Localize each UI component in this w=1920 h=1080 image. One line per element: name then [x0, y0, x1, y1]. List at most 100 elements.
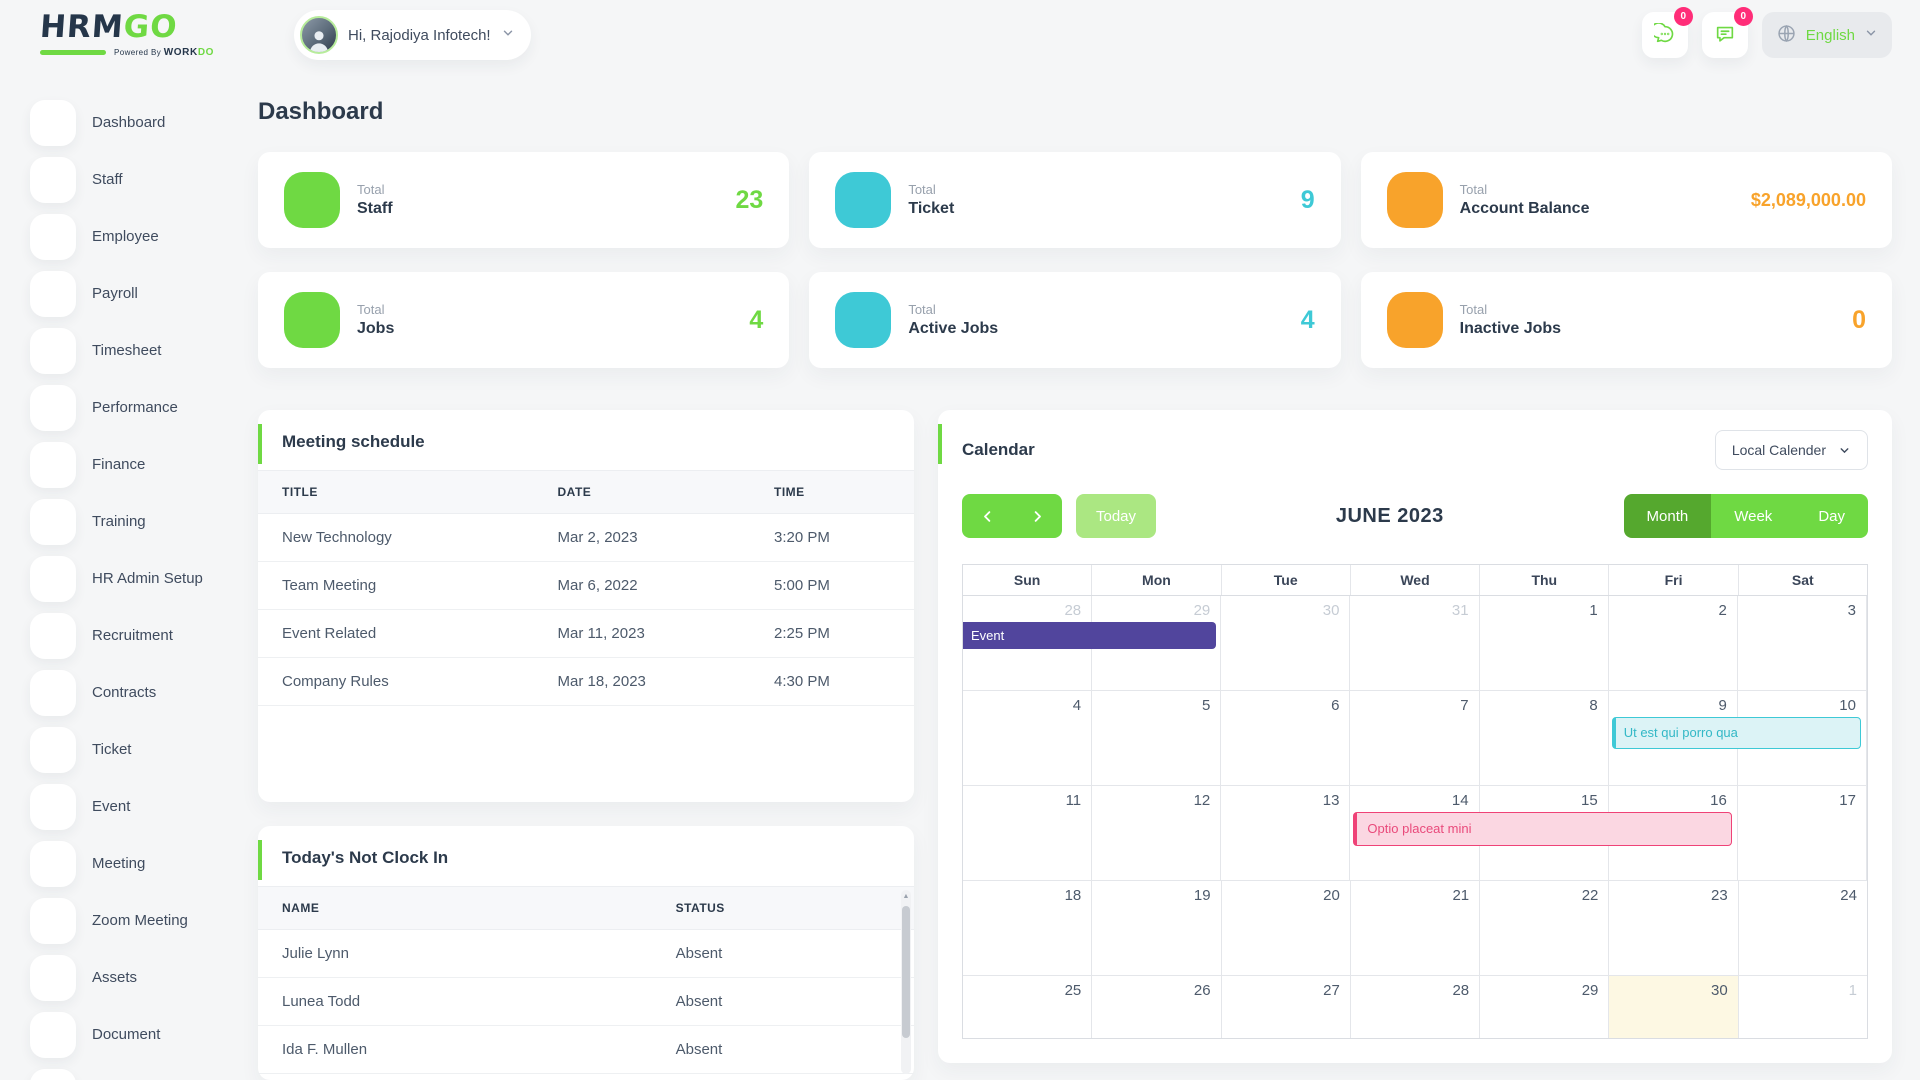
calendar-day-cell[interactable]: 8: [1480, 691, 1609, 786]
chevron-right-icon: [206, 513, 218, 531]
brand-logo[interactable]: HRMGO Powered By WORKDO: [40, 12, 258, 58]
table-row: Julie LynnAbsent: [258, 930, 914, 978]
calendar-day-cell[interactable]: 19: [1092, 881, 1221, 976]
column-header: NAME: [258, 887, 652, 930]
column-header: STATUS: [652, 887, 914, 930]
chevron-right-icon: [206, 399, 218, 417]
calendar-day-cell[interactable]: 23: [1609, 881, 1738, 976]
calendar-week-row: 45678910Ut est qui porro qua: [963, 691, 1867, 786]
calendar-day-cell[interactable]: 11: [963, 786, 1092, 881]
sidebar-item-label: Staff: [92, 171, 123, 188]
sidebar-item-document[interactable]: Document: [30, 1006, 258, 1063]
sidebar-item-dashboard[interactable]: Dashboard: [30, 94, 258, 151]
home-icon: [30, 100, 76, 146]
greeting-text: Hi, Rajodiya Infotech!: [348, 27, 491, 44]
calendar-day-cell[interactable]: 21: [1351, 881, 1480, 976]
calendar-day-cell[interactable]: 20: [1222, 881, 1351, 976]
calendar-day-cell[interactable]: 3: [1738, 596, 1867, 691]
sidebar-item-hr-admin-setup[interactable]: HR Admin Setup: [30, 550, 258, 607]
chevron-down-icon: [501, 26, 515, 44]
calendar-day-cell[interactable]: 12: [1092, 786, 1221, 881]
sidebar-item-employee[interactable]: Employee: [30, 208, 258, 265]
sidebar-item-label: Finance: [92, 456, 145, 473]
top-bar: HRMGO Powered By WORKDO Hi, Rajodiya Inf…: [0, 0, 1920, 70]
sidebar-item-recruitment[interactable]: Recruitment: [30, 607, 258, 664]
stat-card-active-jobs: TotalActive Jobs4: [809, 272, 1340, 368]
calendar-day-cell[interactable]: 4: [963, 691, 1092, 786]
not-clock-in-title: Today's Not Clock In: [282, 848, 448, 867]
calendar-day-cell[interactable]: 31: [1350, 596, 1479, 691]
sidebar-item-label: Training: [92, 513, 146, 530]
stat-card-prefix: Total: [908, 302, 998, 317]
sidebar-item-payroll[interactable]: Payroll: [30, 265, 258, 322]
calendar-source-select[interactable]: Local Calender: [1715, 430, 1868, 470]
calendar-toolbar: Today JUNE 2023 MonthWeekDay: [938, 476, 1892, 538]
messages-button[interactable]: 0: [1642, 12, 1688, 58]
meeting-schedule-title: Meeting schedule: [282, 432, 425, 451]
chevron-left-icon: [980, 509, 995, 524]
sidebar-item-label: Recruitment: [92, 627, 173, 644]
calendar-view-week[interactable]: Week: [1711, 494, 1795, 538]
calendar-day-cell[interactable]: 2: [1609, 596, 1738, 691]
sidebar-item-assets[interactable]: Assets: [30, 949, 258, 1006]
calendar-day-cell[interactable]: 1: [1480, 596, 1609, 691]
calendar-day-cell[interactable]: 29: [1480, 976, 1609, 1038]
calendar-day-cell[interactable]: 18: [963, 881, 1092, 976]
sidebar-item-performance[interactable]: Performance: [30, 379, 258, 436]
user-menu[interactable]: Hi, Rajodiya Infotech!: [294, 10, 531, 60]
sidebar-item-event[interactable]: Event: [30, 778, 258, 835]
calendar-day-cell[interactable]: 30: [1609, 976, 1738, 1038]
calendar-day-cell[interactable]: 1: [1739, 976, 1867, 1038]
sidebar-item-meeting[interactable]: Meeting: [30, 835, 258, 892]
calendar-event[interactable]: Ut est qui porro qua: [1612, 717, 1861, 749]
sidebar-item-training[interactable]: Training: [30, 493, 258, 550]
notifications-button[interactable]: 0: [1702, 12, 1748, 58]
calendar-view-month[interactable]: Month: [1624, 494, 1712, 538]
sidebar-item-contracts[interactable]: Contracts: [30, 664, 258, 721]
calendar-day-cell[interactable]: 7: [1350, 691, 1479, 786]
calendar-card: Calendar Local Calender: [938, 410, 1892, 1063]
calendar-next-button[interactable]: [1012, 494, 1062, 538]
sidebar-item-zoom-meeting[interactable]: Zoom Meeting: [30, 892, 258, 949]
table-cell: New Technology: [258, 514, 534, 562]
sidebar-item-email-templates[interactable]: Email Templates: [30, 1063, 258, 1080]
sidebar-item-timesheet[interactable]: Timesheet: [30, 322, 258, 379]
calendar-week-row: 11121314151617Optio placeat mini: [963, 786, 1867, 881]
table-cell: Mar 2, 2023: [534, 514, 750, 562]
sidebar-item-finance[interactable]: Finance: [30, 436, 258, 493]
calendar-prev-button[interactable]: [962, 494, 1012, 538]
screen-share-icon: [284, 292, 340, 348]
calendar-day-header: Sat: [1739, 565, 1867, 595]
file-icon: [30, 1012, 76, 1058]
language-selector[interactable]: English: [1762, 12, 1892, 58]
calendar-day-cell[interactable]: 25: [963, 976, 1092, 1038]
calendar-day-cell[interactable]: 24: [1739, 881, 1867, 976]
calendar-week-row: 2526272829301: [963, 976, 1867, 1038]
scrollbar[interactable]: ▲: [901, 890, 911, 1074]
calendar-day-cell[interactable]: 26: [1092, 976, 1221, 1038]
calendar-day-cell[interactable]: 17: [1738, 786, 1867, 881]
sidebar-item-label: Employee: [92, 228, 159, 245]
calendar-event[interactable]: Event: [963, 622, 1216, 649]
chat-bubble-icon: [1654, 23, 1676, 48]
sidebar-item-ticket[interactable]: Ticket: [30, 721, 258, 778]
calendar-day-cell[interactable]: 27: [1222, 976, 1351, 1038]
avatar: [300, 16, 338, 54]
sidebar-item-label: Document: [92, 1026, 160, 1043]
calendar-day-cell[interactable]: 28: [1351, 976, 1480, 1038]
calendar-day-cell[interactable]: 13: [1221, 786, 1350, 881]
scrollbar-thumb[interactable]: [902, 906, 910, 1038]
sidebar-item-staff[interactable]: Staff: [30, 151, 258, 208]
video-icon: [30, 898, 76, 944]
calendar-event[interactable]: Optio placeat mini: [1353, 812, 1731, 846]
message-square-icon: [1714, 23, 1736, 48]
calendar-day-cell[interactable]: 30: [1221, 596, 1350, 691]
calendar-title: Calendar: [962, 440, 1035, 460]
table-row: Lunea ToddAbsent: [258, 978, 914, 1026]
calendar-day-cell[interactable]: 5: [1092, 691, 1221, 786]
stat-card-value: 4: [749, 306, 763, 335]
calendar-view-day[interactable]: Day: [1795, 494, 1868, 538]
calendar-day-cell[interactable]: 22: [1480, 881, 1609, 976]
calendar-today-button[interactable]: Today: [1076, 494, 1156, 538]
calendar-day-cell[interactable]: 6: [1221, 691, 1350, 786]
